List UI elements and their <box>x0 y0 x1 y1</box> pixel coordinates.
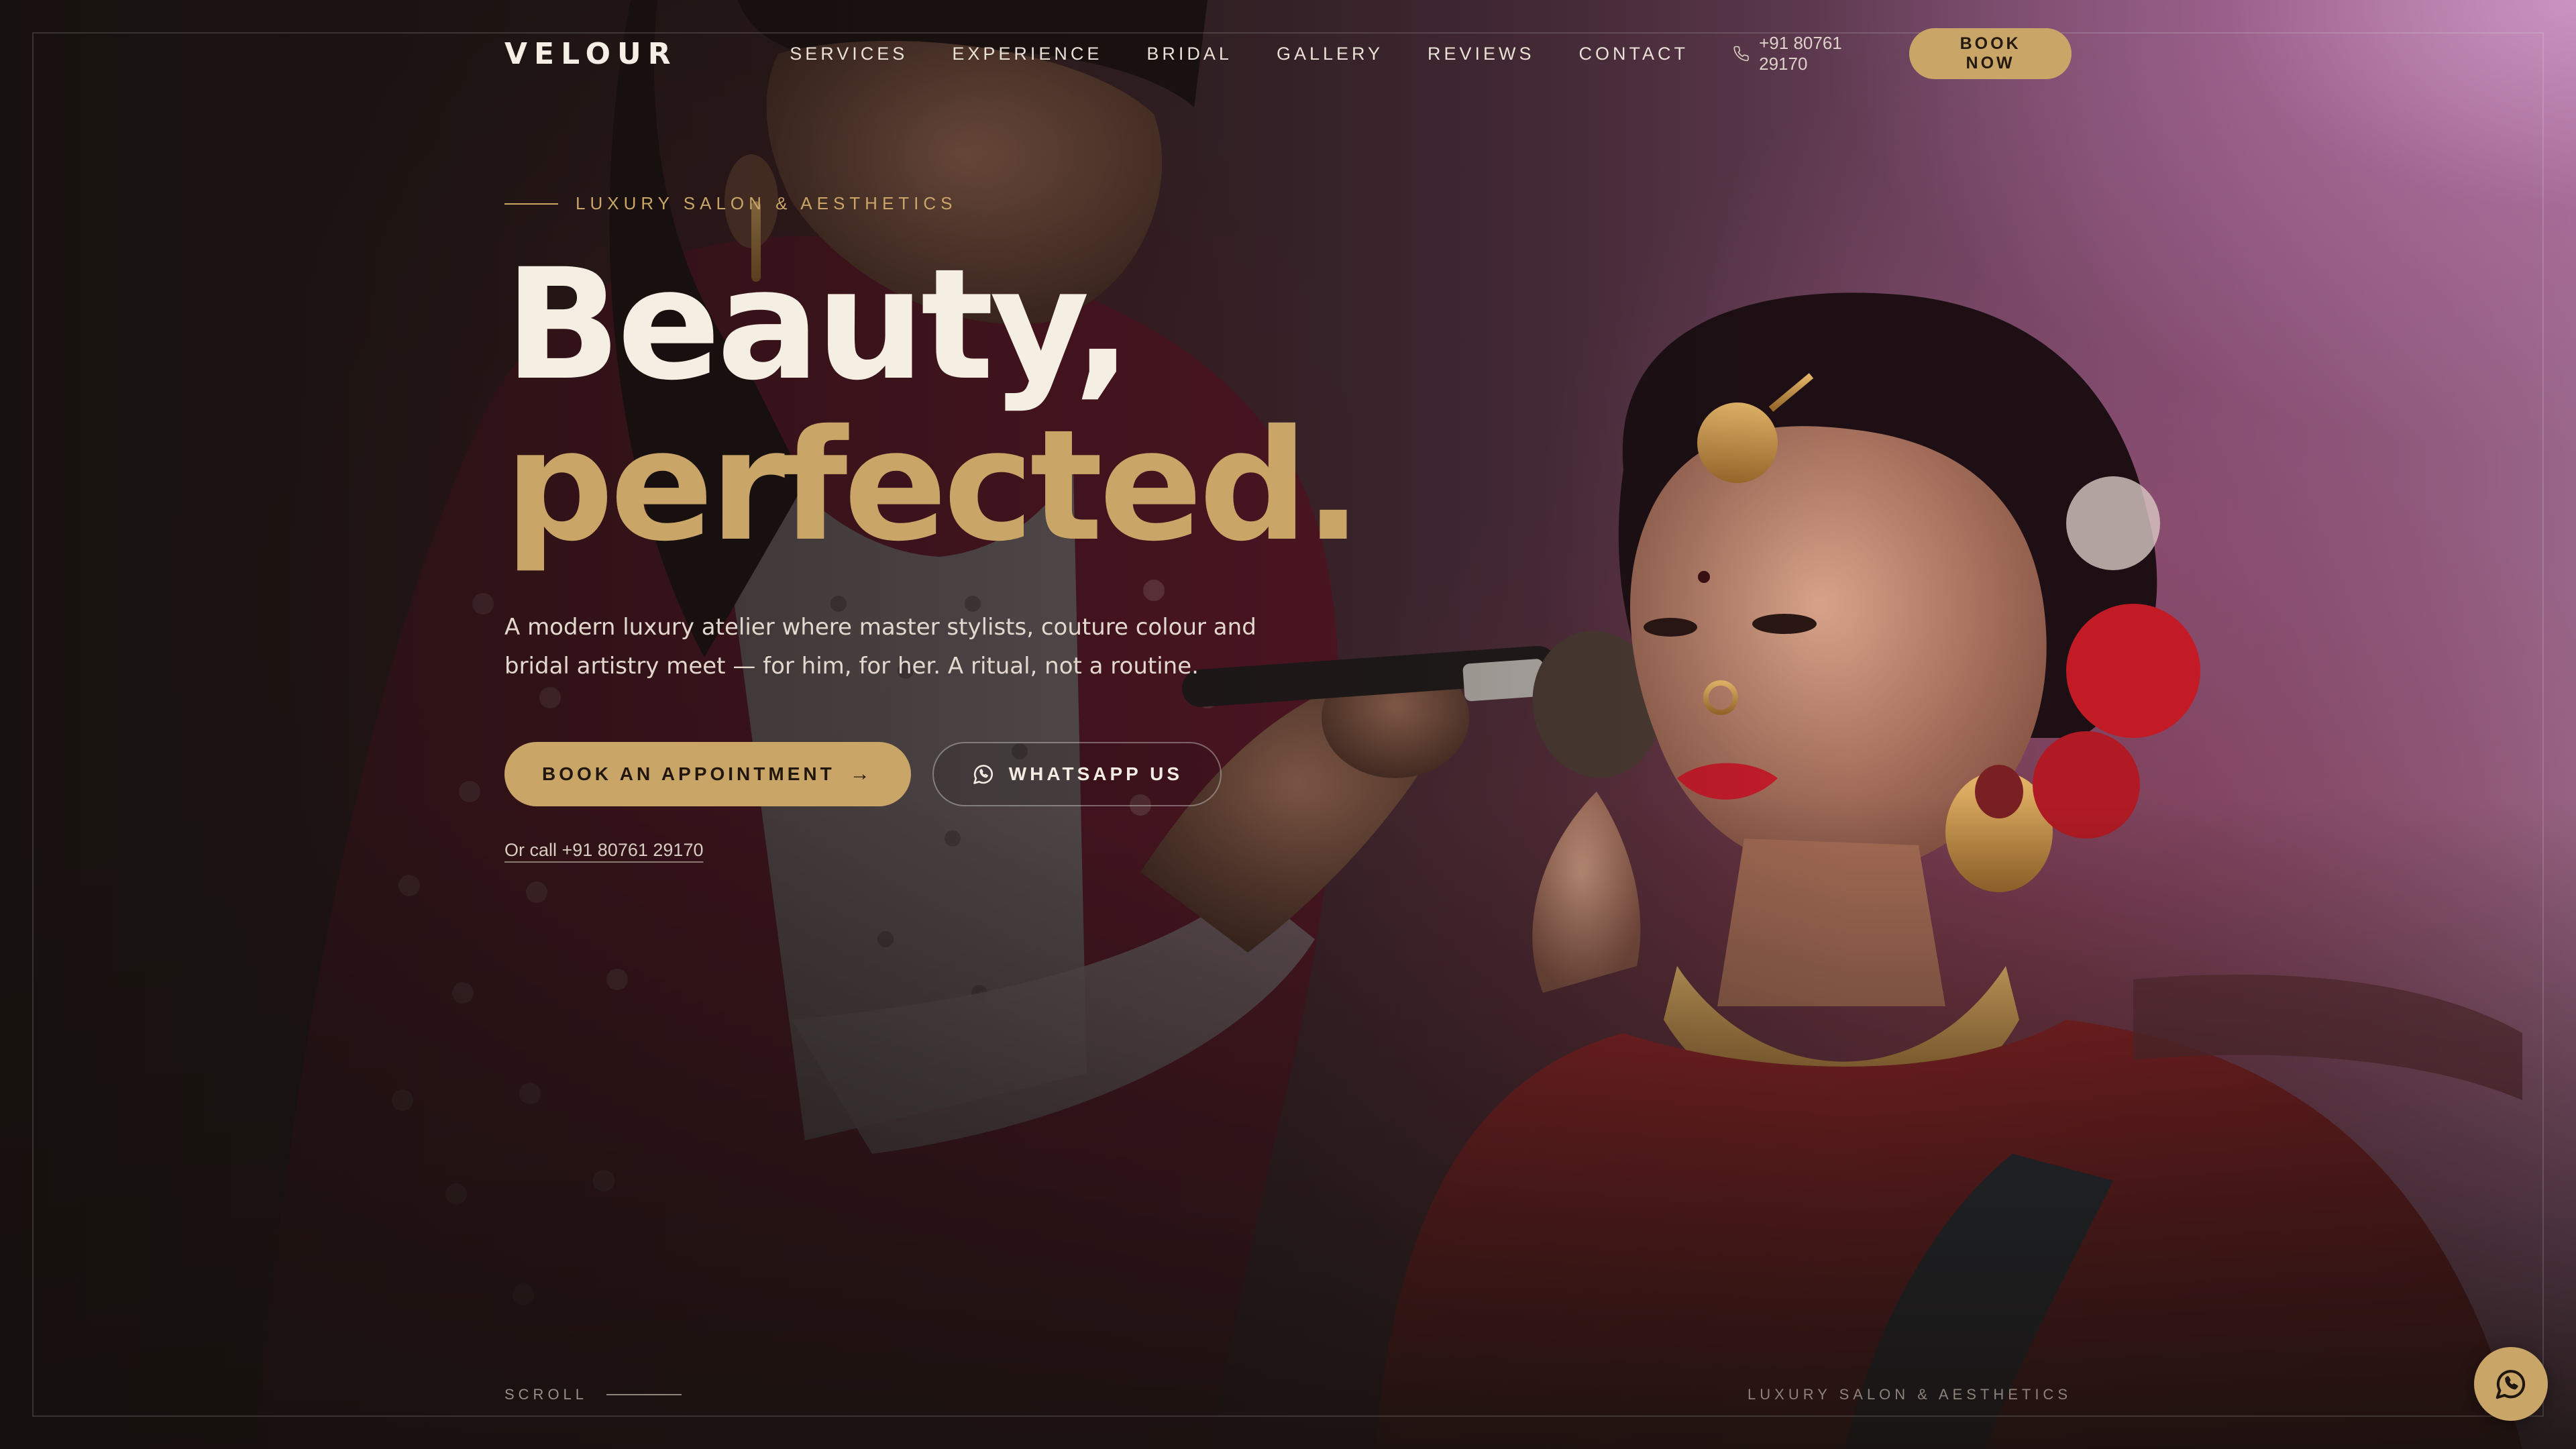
whatsapp-icon <box>973 765 993 784</box>
scroll-label: SCROLL <box>504 1386 588 1403</box>
hero-cta-group: BOOK AN APPOINTMENT → WHATSAPP US <box>504 742 1222 806</box>
whatsapp-icon <box>2496 1370 2526 1399</box>
brand-logo[interactable]: VELOUR <box>504 37 790 71</box>
book-appointment-label: BOOK AN APPOINTMENT <box>542 763 835 784</box>
nav-phone-number: +91 80761 29170 <box>1759 33 1842 74</box>
scroll-indicator[interactable]: SCROLL <box>504 1386 682 1403</box>
nav-link-bridal[interactable]: BRIDAL <box>1146 44 1232 64</box>
hero-subtitle: A modern luxury atelier where master sty… <box>504 614 1256 680</box>
nav-link-experience[interactable]: EXPERIENCE <box>952 44 1102 64</box>
nav-link-contact[interactable]: CONTACT <box>1579 44 1689 64</box>
headline-line-2: perfected. <box>504 396 1362 575</box>
phone-icon <box>1733 46 1749 62</box>
nav-phone-link[interactable]: +91 80761 29170 <box>1733 33 1881 74</box>
eyebrow-divider <box>504 203 558 205</box>
hero-section: VELOUR SERVICES EXPERIENCE BRIDAL GALLER… <box>0 0 2576 1449</box>
arrow-right-icon: → <box>849 763 873 785</box>
book-now-button[interactable]: BOOK NOW <box>1909 28 2072 79</box>
nav-link-gallery[interactable]: GALLERY <box>1277 44 1383 64</box>
whatsapp-us-button[interactable]: WHATSAPP US <box>932 742 1222 806</box>
nav-link-reviews[interactable]: REVIEWS <box>1428 44 1535 64</box>
hero-overlay <box>0 0 2576 1449</box>
scroll-line <box>606 1394 682 1395</box>
or-call-link[interactable]: Or call +91 80761 29170 <box>504 840 703 861</box>
nav-link-services[interactable]: SERVICES <box>790 44 908 64</box>
hero-headline: Beauty, perfected. <box>504 235 1362 575</box>
whatsapp-us-label: WHATSAPP US <box>1008 763 1183 784</box>
nav-actions: +91 80761 29170 BOOK NOW <box>1733 28 2072 79</box>
bottom-tagline: LUXURY SALON & AESTHETICS <box>1748 1386 2072 1403</box>
nav-links: SERVICES EXPERIENCE BRIDAL GALLERY REVIE… <box>790 44 1733 64</box>
top-navigation: VELOUR SERVICES EXPERIENCE BRIDAL GALLER… <box>504 27 2072 80</box>
eyebrow-text: LUXURY SALON & AESTHETICS <box>576 193 957 213</box>
hero-eyebrow: LUXURY SALON & AESTHETICS <box>504 193 957 214</box>
book-appointment-button[interactable]: BOOK AN APPOINTMENT → <box>504 742 911 806</box>
floating-whatsapp-button[interactable] <box>2474 1347 2548 1421</box>
headline-line-1: Beauty, <box>504 235 1132 414</box>
